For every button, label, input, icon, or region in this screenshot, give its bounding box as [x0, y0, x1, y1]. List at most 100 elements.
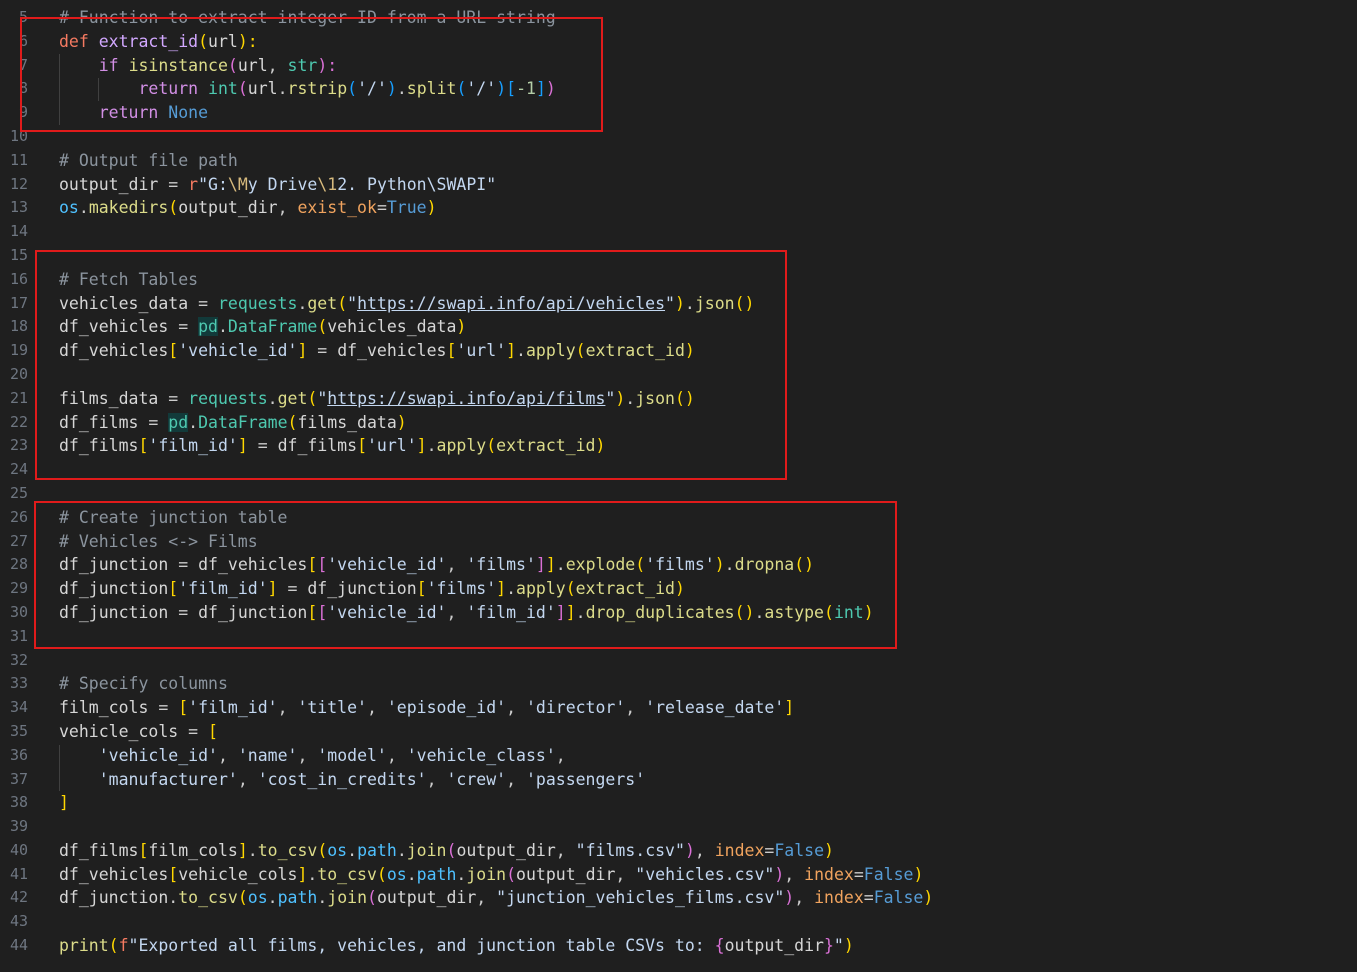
code-line[interactable] [59, 910, 933, 934]
line-number: 43 [9, 912, 28, 931]
code-token: ) [913, 864, 924, 884]
code-token: , [794, 888, 815, 908]
code-line[interactable] [59, 815, 933, 839]
code-token: False [774, 840, 825, 860]
code-token: False [873, 888, 924, 908]
code-token: join [406, 840, 447, 860]
code-token: path [416, 864, 457, 884]
code-token: . [78, 198, 89, 218]
code-token: f [118, 936, 129, 956]
code-token: , [555, 745, 566, 765]
line-number: 31 [9, 626, 28, 645]
code-token: " [833, 936, 844, 956]
code-token: , [784, 864, 805, 884]
code-token: , [615, 864, 636, 884]
code-token: , [277, 198, 298, 218]
code-line[interactable]: 'vehicle_id', 'name', 'model', 'vehicle_… [59, 744, 933, 768]
code-token: ( [446, 840, 457, 860]
code-token: 'release_date' [645, 698, 785, 718]
code-line[interactable]: print(f"Exported all films, vehicles, an… [59, 934, 933, 958]
code-token: [ [178, 698, 189, 718]
code-line[interactable]: # Specify columns [59, 672, 933, 696]
code-line[interactable]: vehicle_cols = [ [59, 720, 933, 744]
code-token: 'crew' [446, 769, 507, 789]
code-area[interactable]: # Function to extract integer ID from a … [59, 6, 933, 958]
code-token: ( [506, 864, 517, 884]
code-token: ) [923, 888, 934, 908]
code-token: ) [774, 864, 785, 884]
code-token: ] [59, 793, 69, 813]
line-number: 38 [9, 793, 28, 812]
line-number: 19 [9, 341, 28, 360]
code-line[interactable]: ] [59, 791, 933, 815]
line-number: 30 [9, 602, 28, 621]
code-token: = [376, 198, 387, 218]
code-token: os [247, 888, 268, 908]
line-number: 27 [9, 531, 28, 550]
line-number: 16 [9, 269, 28, 288]
code-token: = [853, 864, 864, 884]
code-token: os [386, 864, 407, 884]
code-token: 'film_id' [188, 698, 278, 718]
code-line[interactable]: output_dir = r"G:\My Drive\12. Python\SW… [59, 173, 933, 197]
code-token: ) [784, 888, 795, 908]
code-token: 'name' [237, 745, 298, 765]
code-token: ) [684, 840, 695, 860]
code-token: df_junction [59, 888, 169, 908]
code-token: = [863, 888, 874, 908]
code-token: . [307, 864, 318, 884]
code-token: , [506, 698, 526, 718]
highlight-box-extract-id [20, 17, 603, 132]
line-number: 44 [9, 936, 28, 955]
code-token: ] [784, 698, 795, 718]
code-line[interactable]: film_cols = ['film_id', 'title', 'episod… [59, 696, 933, 720]
code-line[interactable]: 'manufacturer', 'cost_in_credits', 'crew… [59, 768, 933, 792]
code-token: , [476, 888, 497, 908]
code-token: 'cost_in_credits' [257, 769, 427, 789]
code-token: = [764, 840, 775, 860]
code-token: = [178, 721, 209, 741]
code-token: 2. Python\SWAPI" [337, 174, 497, 194]
code-token: . [317, 888, 328, 908]
code-token: print [59, 936, 109, 956]
line-number: 29 [9, 579, 28, 598]
code-editor[interactable]: 5 6 7 8 9 10 11 12 13 14 15 16 17 18 19 20 21 22 23 24 25 26 2… [0, 0, 1357, 972]
code-token: . [168, 888, 179, 908]
code-token: , [506, 769, 526, 789]
code-line[interactable]: df_vehicles[vehicle_cols].to_csv(os.path… [59, 863, 933, 887]
line-number: 39 [9, 817, 28, 836]
code-token: y Drive [247, 174, 318, 194]
code-token: , [555, 840, 576, 860]
code-line[interactable] [59, 220, 933, 244]
code-line[interactable]: os.makedirs(output_dir, exist_ok=True) [59, 196, 933, 220]
code-token: 'vehicle_class' [406, 745, 556, 765]
code-token: False [863, 864, 914, 884]
code-token: makedirs [88, 198, 169, 218]
code-token: df_vehicles [59, 864, 169, 884]
code-token: "films.csv" [575, 840, 685, 860]
code-token: "junction_vehicles_films.csv" [496, 888, 785, 908]
code-token: = [158, 174, 189, 194]
code-token: output_dir [178, 198, 278, 218]
line-number: 35 [9, 721, 28, 740]
code-line[interactable] [59, 649, 933, 673]
line-number: 36 [9, 745, 28, 764]
code-token: output_dir [516, 864, 616, 884]
code-line[interactable]: # Output file path [59, 149, 933, 173]
code-token: ( [367, 888, 377, 908]
code-token: } [823, 936, 834, 956]
code-token: ) [426, 198, 437, 218]
line-number: 28 [9, 555, 28, 574]
code-line[interactable]: df_junction.to_csv(os.path.join(output_d… [59, 886, 933, 910]
line-number: 23 [9, 436, 28, 455]
line-number: 33 [9, 674, 28, 693]
code-token: ( [317, 840, 328, 860]
code-token: ( [376, 864, 387, 884]
code-token: ] [237, 840, 248, 860]
code-token: = [148, 698, 179, 718]
code-token: , [426, 769, 447, 789]
code-line[interactable]: df_films[film_cols].to_csv(os.path.join(… [59, 839, 933, 863]
code-token: \M [227, 174, 248, 194]
code-token: 'title' [297, 698, 367, 718]
